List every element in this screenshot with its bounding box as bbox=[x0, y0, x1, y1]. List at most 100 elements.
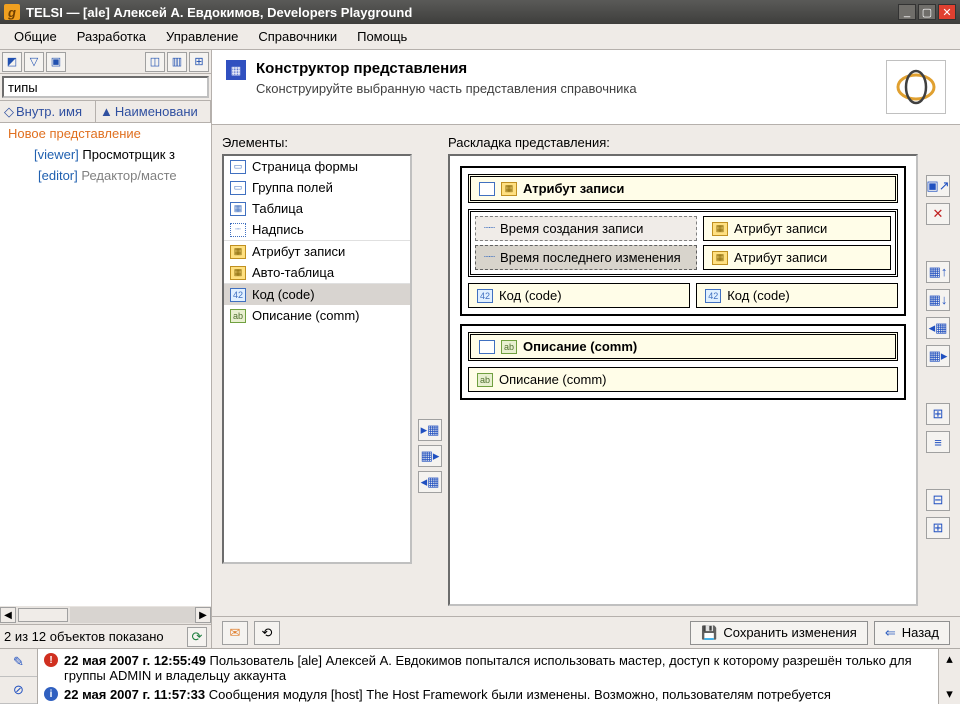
number-icon: 42 bbox=[230, 288, 246, 302]
cell-modified-time[interactable]: ┈┈Время последнего изменения bbox=[475, 245, 697, 270]
scroll-down-icon[interactable]: ▾ bbox=[946, 686, 953, 702]
save-button[interactable]: 💾Сохранить изменения bbox=[690, 621, 868, 645]
cell-attr-1[interactable]: ▦Атрибут записи bbox=[703, 216, 891, 241]
elem-group[interactable]: ▭Группа полей bbox=[224, 177, 410, 198]
menu-development[interactable]: Разработка bbox=[67, 25, 156, 48]
page-icon bbox=[479, 340, 495, 354]
right-pane: ▦ Конструктор представления Сконструируй… bbox=[212, 50, 960, 648]
elem-page[interactable]: ▭Страница формы bbox=[224, 156, 410, 177]
filter-button-1[interactable]: ◩ bbox=[2, 52, 22, 72]
form-page-comm[interactable]: ab Описание (comm) abОписание (comm) bbox=[460, 324, 906, 400]
refresh-button[interactable]: ⟳ bbox=[187, 627, 207, 647]
cell-code-2[interactable]: 42Код (code) bbox=[696, 283, 898, 308]
minimize-button[interactable]: _ bbox=[898, 4, 916, 20]
filter-button-2[interactable]: ▽ bbox=[24, 52, 44, 72]
dots-icon: ┈┈ bbox=[484, 223, 494, 234]
cell-attr-2[interactable]: ▦Атрибут записи bbox=[703, 245, 891, 270]
scroll-right-icon[interactable]: ▶ bbox=[195, 607, 211, 623]
page-icon: ▭ bbox=[230, 160, 246, 174]
layout-button-1[interactable]: ◫ bbox=[145, 52, 165, 72]
search-input[interactable] bbox=[2, 76, 209, 98]
left-hscrollbar[interactable]: ◀ ▶ bbox=[0, 606, 211, 624]
designer-area: Элементы: ▭Страница формы ▭Группа полей … bbox=[212, 125, 960, 616]
log-pane: ✎ ⊘ ! 22 мая 2007 г. 12:55:49 Пользовате… bbox=[0, 648, 960, 704]
log-row[interactable]: i 22 мая 2007 г. 11:57:33 Сообщения моду… bbox=[44, 685, 932, 704]
chat-button[interactable]: ✉ bbox=[222, 621, 248, 645]
grid-button-2[interactable]: ≡ bbox=[926, 431, 950, 453]
menu-management[interactable]: Управление bbox=[156, 25, 248, 48]
text-icon: ab bbox=[501, 340, 517, 354]
text-icon: ab bbox=[230, 309, 246, 323]
log-button[interactable]: ⟲ bbox=[254, 621, 280, 645]
maximize-button[interactable]: ▢ bbox=[918, 4, 936, 20]
back-icon: ⇐ bbox=[885, 625, 896, 641]
brand-logo bbox=[886, 60, 946, 114]
list-viewer-row[interactable]: [viewer] Просмотрщик з bbox=[0, 144, 211, 165]
field-group-1[interactable]: ┈┈Время создания записи ▦Атрибут записи … bbox=[468, 209, 898, 277]
menu-help[interactable]: Помощь bbox=[347, 25, 417, 48]
text-icon: ab bbox=[477, 373, 493, 387]
scroll-left-icon[interactable]: ◀ bbox=[0, 607, 16, 623]
elements-list: ▭Страница формы ▭Группа полей ▦Таблица ┈… bbox=[222, 154, 412, 564]
save-icon: 💾 bbox=[701, 625, 717, 641]
add-right-button[interactable]: ▸▦ bbox=[418, 419, 442, 441]
grid-button-1[interactable]: ⊞ bbox=[926, 403, 950, 425]
close-button[interactable]: ✕ bbox=[938, 4, 956, 20]
add-before-button[interactable]: ◂▦ bbox=[418, 471, 442, 493]
group-icon: ▭ bbox=[230, 181, 246, 195]
page-header: ▦ Конструктор представления Сконструируй… bbox=[212, 50, 960, 125]
side-toolbar: ▣↗ ✕ ▦↑ ▦↓ ◂▦ ▦▸ ⊞ ≡ ⊟ ⊞ bbox=[924, 135, 950, 606]
left-pane: ◩ ▽ ▣ ◫ ▥ ⊞ ◇Внутр. имя ▲Наименовани Нов… bbox=[0, 50, 212, 648]
attr-icon: ▦ bbox=[230, 245, 246, 259]
grid-button-4[interactable]: ⊞ bbox=[926, 517, 950, 539]
log-edit-button[interactable]: ✎ bbox=[0, 649, 37, 677]
move-up-button[interactable]: ▦↑ bbox=[926, 261, 950, 283]
move-down-button[interactable]: ▦↓ bbox=[926, 289, 950, 311]
colhead-internal-name[interactable]: ◇Внутр. имя bbox=[0, 101, 96, 122]
back-button[interactable]: ⇐Назад bbox=[874, 621, 950, 645]
formheader-comm[interactable]: ab Описание (comm) bbox=[468, 332, 898, 361]
form-page-attr[interactable]: ▦ Атрибут записи ┈┈Время создания записи… bbox=[460, 166, 906, 316]
menu-general[interactable]: Общие bbox=[4, 25, 67, 48]
menu-references[interactable]: Справочники bbox=[248, 25, 347, 48]
menubar: Общие Разработка Управление Справочники … bbox=[0, 24, 960, 50]
cell-comm-1[interactable]: abОписание (comm) bbox=[468, 367, 898, 392]
elem-attr[interactable]: ▦Атрибут записи bbox=[224, 241, 410, 262]
layout-button-3[interactable]: ⊞ bbox=[189, 52, 209, 72]
add-into-button[interactable]: ▦▸ bbox=[418, 445, 442, 467]
scroll-up-icon[interactable]: ▴ bbox=[946, 651, 953, 667]
cell-created-time[interactable]: ┈┈Время создания записи bbox=[475, 216, 697, 241]
layout-canvas[interactable]: ▦ Атрибут записи ┈┈Время создания записи… bbox=[448, 154, 918, 606]
number-icon: 42 bbox=[477, 289, 493, 303]
label-icon: ┈ bbox=[230, 223, 246, 237]
dots-icon: ┈┈ bbox=[484, 252, 494, 263]
left-status: 2 из 12 объектов показано ⟳ bbox=[0, 624, 211, 648]
log-row[interactable]: ! 22 мая 2007 г. 12:55:49 Пользователь [… bbox=[44, 651, 932, 685]
props-button[interactable]: ▣↗ bbox=[926, 175, 950, 197]
layout-button-2[interactable]: ▥ bbox=[167, 52, 187, 72]
elem-code[interactable]: 42Код (code) bbox=[224, 284, 410, 305]
left-toolbar: ◩ ▽ ▣ ◫ ▥ ⊞ bbox=[0, 50, 211, 74]
formheader-attr[interactable]: ▦ Атрибут записи bbox=[468, 174, 898, 203]
log-clear-button[interactable]: ⊘ bbox=[0, 677, 37, 704]
error-icon: ! bbox=[44, 653, 58, 667]
log-scrollbar[interactable]: ▴ ▾ bbox=[938, 649, 960, 704]
colhead-name[interactable]: ▲Наименовани bbox=[96, 101, 211, 122]
elem-autotable[interactable]: ▦Авто-таблица bbox=[224, 262, 410, 284]
move-left-button[interactable]: ◂▦ bbox=[926, 317, 950, 339]
filter-button-3[interactable]: ▣ bbox=[46, 52, 66, 72]
page-description: Сконструируйте выбранную часть представл… bbox=[256, 81, 876, 96]
elem-comm[interactable]: abОписание (comm) bbox=[224, 305, 410, 326]
list-new-view[interactable]: Новое представление bbox=[0, 123, 211, 144]
cell-code-1[interactable]: 42Код (code) bbox=[468, 283, 690, 308]
delete-button[interactable]: ✕ bbox=[926, 203, 950, 225]
log-body: ! 22 мая 2007 г. 12:55:49 Пользователь [… bbox=[38, 649, 938, 704]
elem-label[interactable]: ┈Надпись bbox=[224, 219, 410, 241]
elem-table[interactable]: ▦Таблица bbox=[224, 198, 410, 219]
attr-icon: ▦ bbox=[501, 182, 517, 196]
list-editor-row[interactable]: [editor] Редактор/масте bbox=[0, 165, 211, 186]
grid-button-3[interactable]: ⊟ bbox=[926, 489, 950, 511]
scroll-thumb[interactable] bbox=[18, 608, 68, 622]
info-icon: i bbox=[44, 687, 58, 701]
move-right-button[interactable]: ▦▸ bbox=[926, 345, 950, 367]
